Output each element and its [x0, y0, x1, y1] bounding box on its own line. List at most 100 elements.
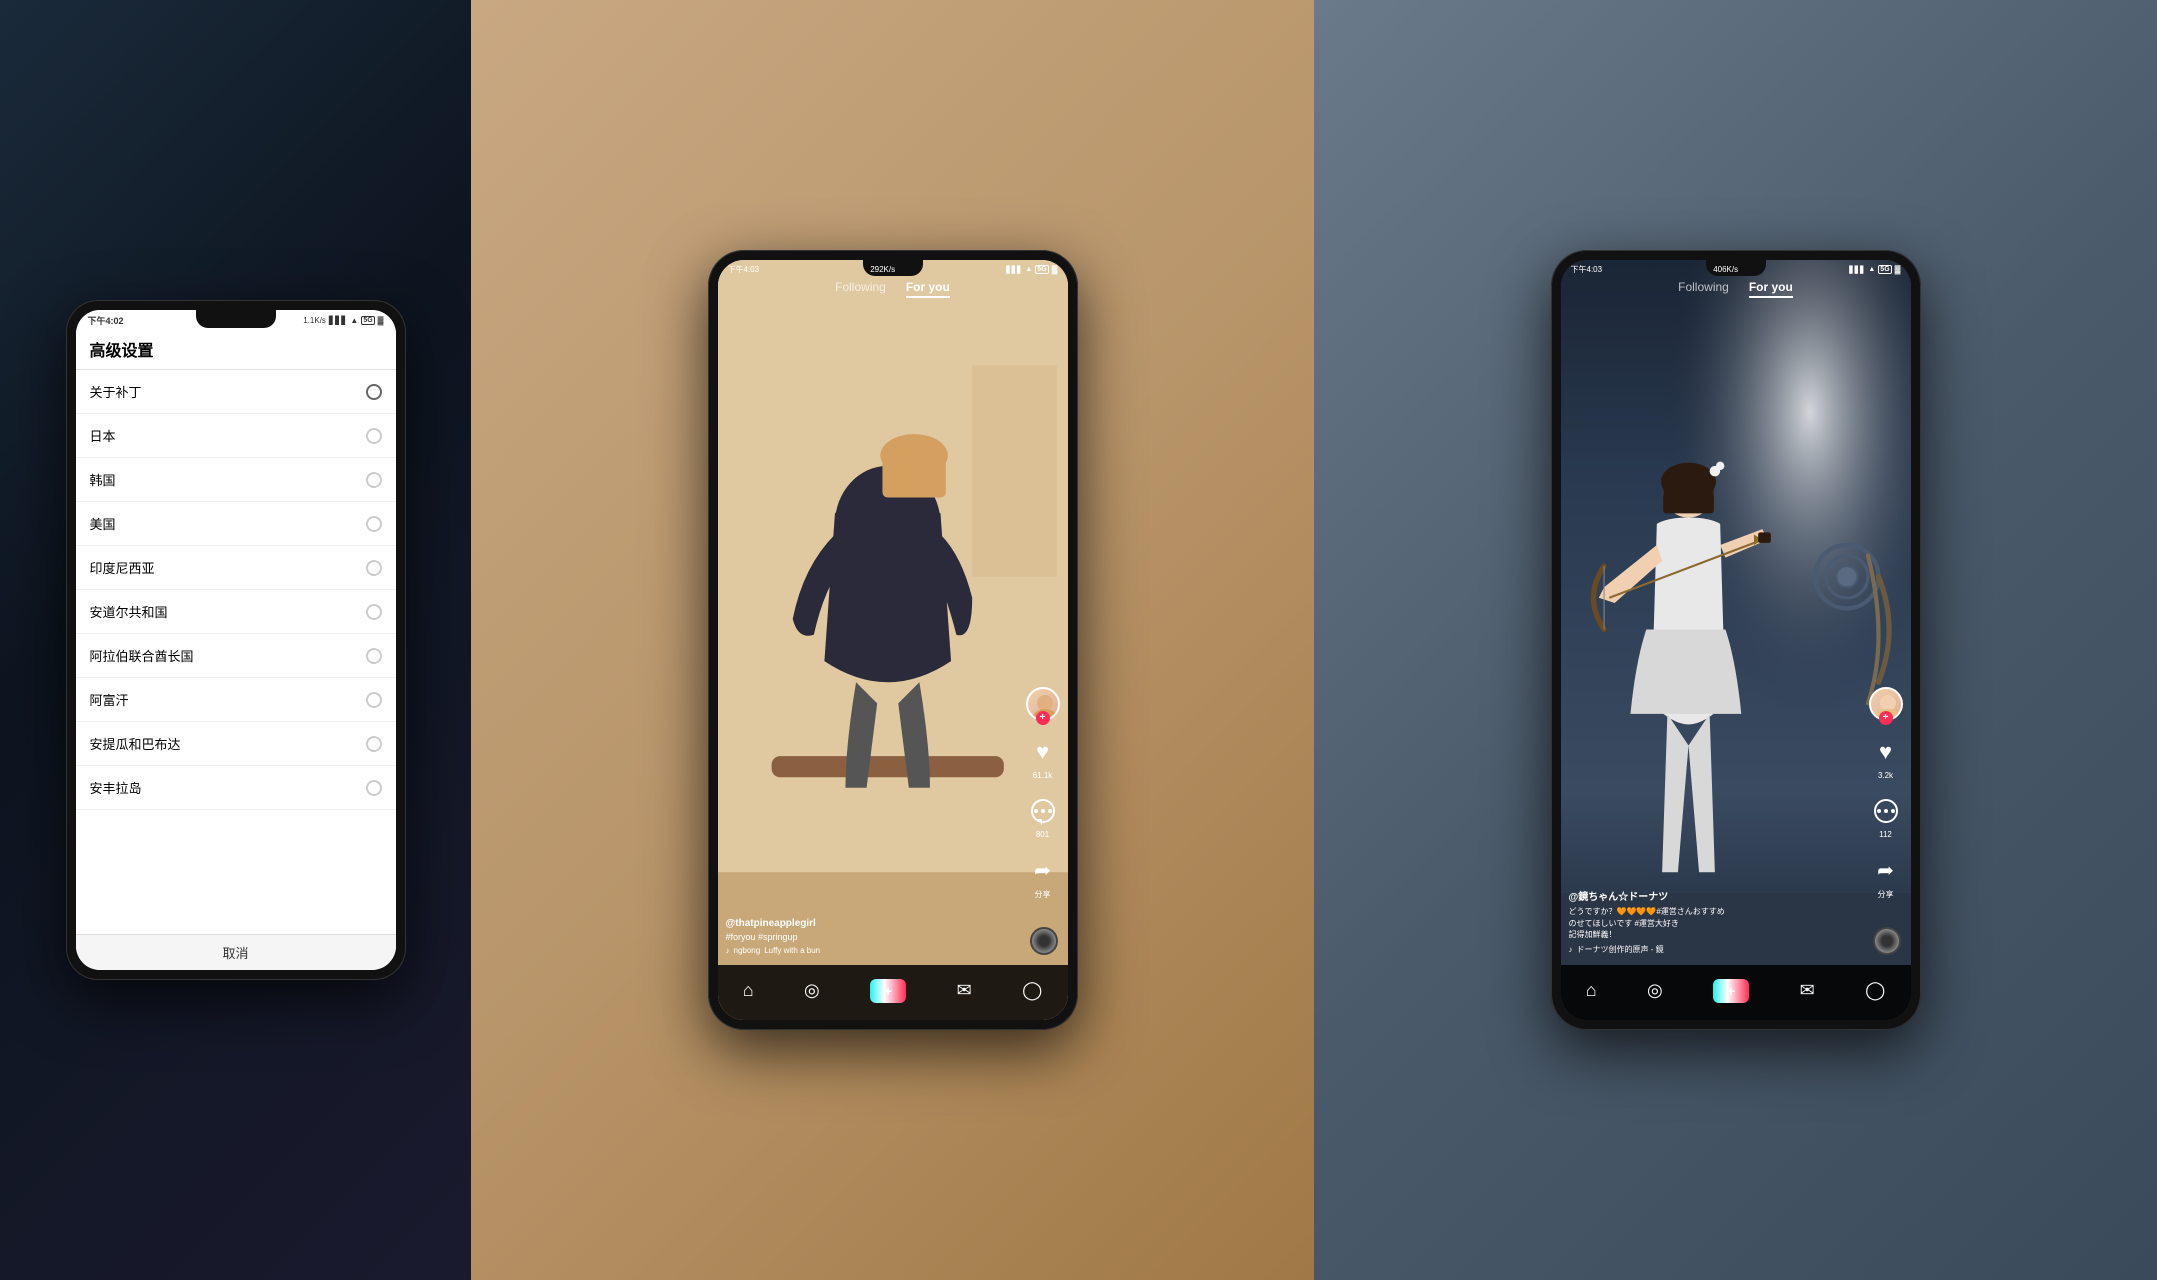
- caption-right: @鏡ちゃん☆ドーナツ どうですか？🧡🧡🧡🧡#運営さんおすすめ のせてほしいです …: [1569, 888, 1863, 955]
- signal-icon: ▋▋▋: [329, 316, 347, 325]
- item-label-usa: 美国: [90, 514, 116, 533]
- like-btn-right[interactable]: ♥ 3.2k: [1869, 735, 1903, 780]
- share-label-right: 分享: [1878, 889, 1894, 900]
- comment-btn-mid[interactable]: 801: [1026, 794, 1060, 839]
- right-battery: ▓: [1895, 265, 1901, 274]
- radio-anfu: [366, 780, 382, 796]
- caption-line2-right: のせてほしいです #運営大好き: [1569, 918, 1863, 929]
- nav-following-mid[interactable]: Following: [835, 280, 886, 298]
- item-label-korea: 韩国: [90, 470, 116, 489]
- profile-icon-right: ◯: [1865, 980, 1885, 1001]
- nav-inbox-mid[interactable]: ✉: [957, 980, 972, 1001]
- settings-item-anfu[interactable]: 安丰拉岛: [76, 766, 396, 810]
- wifi-icon: ▲: [350, 316, 358, 325]
- nav-discover-mid[interactable]: ◎: [804, 980, 820, 1001]
- comment-count-mid: 801: [1036, 830, 1049, 839]
- radio-andorra: [366, 604, 382, 620]
- mid-signal-icon: ▋▋▋: [1006, 266, 1022, 274]
- item-label-uae: 阿拉伯联合酋长国: [90, 646, 194, 665]
- item-label-indonesia: 印度尼西亚: [90, 558, 155, 577]
- nav-inbox-right[interactable]: ✉: [1800, 980, 1815, 1001]
- caption-line1-right: どうですか？🧡🧡🧡🧡#運営さんおすすめ: [1569, 906, 1863, 917]
- settings-item-japan[interactable]: 日本: [76, 414, 396, 458]
- share-btn-right[interactable]: ➦ 分享: [1869, 853, 1903, 900]
- settings-item-indonesia[interactable]: 印度尼西亚: [76, 546, 396, 590]
- settings-item-antigua[interactable]: 安提瓜和巴布达: [76, 722, 396, 766]
- item-label-andorra: 安道尔共和国: [90, 602, 168, 621]
- nav-foryou-right[interactable]: For you: [1749, 280, 1793, 298]
- nav-following-right[interactable]: Following: [1678, 280, 1729, 298]
- nav-profile-right[interactable]: ◯: [1865, 980, 1885, 1001]
- speed-indicator: 1.1K/s: [303, 316, 326, 325]
- heart-icon-right: ♥: [1869, 735, 1903, 769]
- right-speed: 406K/s: [1713, 265, 1738, 274]
- radio-usa: [366, 516, 382, 532]
- music-note-icon-right: ♪: [1569, 945, 1573, 954]
- radio-japan: [366, 428, 382, 444]
- nav-foryou-mid[interactable]: For you: [906, 280, 950, 298]
- create-plus-icon-mid: +: [870, 979, 906, 1003]
- tiktok-actions-mid: + ♥ 61.1k: [1026, 687, 1060, 900]
- settings-item-afghanistan[interactable]: 阿富汗: [76, 678, 396, 722]
- right-network: 5G: [1878, 265, 1891, 274]
- item-label-japan: 日本: [90, 426, 116, 445]
- status-icons: 1.1K/s ▋▋▋ ▲ 5G ▓: [303, 316, 383, 325]
- caption-music-mid: ♪ ngbong Luffy with a bun: [726, 946, 1018, 955]
- settings-item-patch[interactable]: 关于补丁: [76, 370, 396, 414]
- network-badge: 5G: [361, 316, 374, 325]
- caption-username-mid: @thatpineapplegirl: [726, 918, 1018, 929]
- mid-battery: ▓: [1052, 265, 1058, 274]
- like-count-right: 3.2k: [1878, 771, 1893, 780]
- radio-indonesia: [366, 560, 382, 576]
- right-phone: 下午4:03 406K/s ▋▋▋ ▲ 5G ▓ Following For y…: [1551, 250, 1921, 1030]
- nav-profile-mid[interactable]: ◯: [1022, 980, 1042, 1001]
- profile-icon-mid: ◯: [1022, 980, 1042, 1001]
- music-title-mid: Luffy with a bun: [764, 946, 820, 955]
- item-label-anfu: 安丰拉岛: [90, 778, 142, 797]
- nav-create-mid[interactable]: +: [870, 979, 906, 1003]
- follow-plus-right[interactable]: +: [1879, 711, 1893, 725]
- like-btn-mid[interactable]: ♥ 61.1k: [1026, 735, 1060, 780]
- cancel-label: 取消: [222, 946, 248, 961]
- settings-item-andorra[interactable]: 安道尔共和国: [76, 590, 396, 634]
- battery-icon: ▓: [378, 316, 384, 325]
- right-wifi-icon: ▲: [1868, 266, 1875, 273]
- music-artist-mid: ngbong: [734, 946, 761, 955]
- mid-phone-screen: 下午4:03 292K/s ▋▋▋ ▲ 5G ▓ Following For y…: [718, 260, 1068, 1020]
- nav-home-right[interactable]: ⌂: [1586, 980, 1597, 1001]
- comment-btn-right[interactable]: 112: [1869, 794, 1903, 839]
- radio-antigua: [366, 736, 382, 752]
- video-figure-mid: [718, 260, 1068, 1020]
- nav-discover-right[interactable]: ◎: [1647, 980, 1663, 1001]
- music-disc-mid: [1030, 927, 1058, 955]
- radio-uae: [366, 648, 382, 664]
- settings-item-uae[interactable]: 阿拉伯联合酋长国: [76, 634, 396, 678]
- tiktok-nav-mid: Following For you: [718, 280, 1068, 298]
- bottom-nav-right: ⌂ ◎ + ✉ ◯: [1561, 965, 1911, 1020]
- radio-korea: [366, 472, 382, 488]
- caption-mid: @thatpineapplegirl #foryou #springup ♪ n…: [726, 918, 1018, 955]
- avatar-btn-mid[interactable]: +: [1026, 687, 1060, 721]
- cancel-bar[interactable]: 取消: [76, 934, 396, 970]
- discover-icon-mid: ◎: [804, 980, 820, 1001]
- music-disc-right: [1873, 927, 1901, 955]
- like-count-mid: 61.1k: [1033, 771, 1053, 780]
- share-btn-mid[interactable]: ➦ 分享: [1026, 853, 1060, 900]
- avatar-btn-right[interactable]: +: [1869, 687, 1903, 721]
- mid-time: 下午4:03: [728, 264, 760, 275]
- left-phone-screen: 下午4:02 1.1K/s ▋▋▋ ▲ 5G ▓ 高级设置 关于补丁: [76, 310, 396, 970]
- music-note-icon-mid: ♪: [726, 946, 730, 955]
- mid-wifi-icon: ▲: [1025, 266, 1032, 273]
- nav-create-right[interactable]: +: [1713, 979, 1749, 1003]
- mid-panel: 下午4:03 292K/s ▋▋▋ ▲ 5G ▓ Following For y…: [471, 0, 1314, 1280]
- settings-item-usa[interactable]: 美国: [76, 502, 396, 546]
- home-icon-right: ⌂: [1586, 980, 1597, 1001]
- settings-item-korea[interactable]: 韩国: [76, 458, 396, 502]
- mid-network: 5G: [1035, 265, 1048, 274]
- nav-home-mid[interactable]: ⌂: [743, 980, 754, 1001]
- right-time: 下午4:03: [1571, 264, 1603, 275]
- follow-plus-mid[interactable]: +: [1036, 711, 1050, 725]
- create-plus-icon-right: +: [1713, 979, 1749, 1003]
- settings-list: 关于补丁 日本 韩国 美国 印度尼西亚: [76, 370, 396, 810]
- right-signal-icon: ▋▋▋: [1849, 266, 1865, 274]
